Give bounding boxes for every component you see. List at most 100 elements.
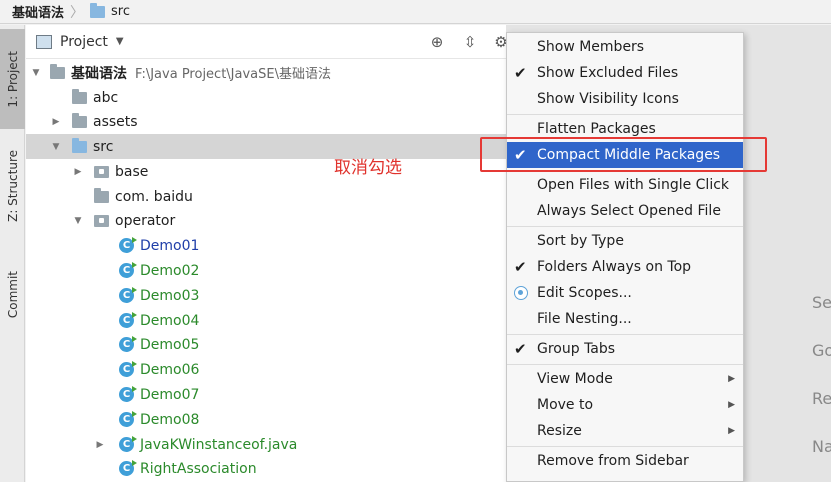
menu-item-resize[interactable]: Resize ▶ bbox=[507, 418, 743, 444]
menu-item-label: View Mode bbox=[537, 371, 613, 387]
options-menu: Show Members ✔ Show Excluded Files Show … bbox=[506, 32, 744, 482]
tree-item-label: com. baidu bbox=[115, 188, 193, 205]
tree-item-label: Demo03 bbox=[140, 287, 200, 304]
expand-arrow-icon[interactable]: ▶ bbox=[94, 440, 106, 450]
tree-row[interactable]: C Demo04 bbox=[26, 308, 506, 333]
collapse-all-icon[interactable]: ⇳ bbox=[461, 33, 479, 51]
menu-item-show-excluded-files[interactable]: ✔ Show Excluded Files bbox=[507, 60, 743, 86]
menu-item-file-nesting[interactable]: File Nesting... bbox=[507, 306, 743, 332]
menu-item-label: Folders Always on Top bbox=[537, 259, 692, 275]
class-icon: C bbox=[119, 411, 137, 427]
tree-row[interactable]: com. baidu bbox=[26, 184, 506, 209]
tab-structure[interactable]: Z: Structure bbox=[0, 137, 25, 235]
menu-item-view-mode[interactable]: View Mode ▶ bbox=[507, 366, 743, 392]
class-icon: C bbox=[119, 460, 137, 476]
expand-arrow-icon[interactable]: ▼ bbox=[72, 216, 84, 226]
menu-item-label: Group Tabs bbox=[537, 341, 616, 357]
menu-item-move-to[interactable]: Move to ▶ bbox=[507, 392, 743, 418]
package-icon bbox=[94, 165, 109, 178]
breadcrumb-src[interactable]: src bbox=[111, 4, 130, 19]
tree-row[interactable]: ▶ base bbox=[26, 159, 506, 184]
tree-item-label: Demo04 bbox=[140, 312, 200, 329]
menu-item-label: Remove from Sidebar bbox=[537, 453, 689, 469]
menu-item-label: Sort by Type bbox=[537, 233, 624, 249]
tree-row-selected[interactable]: ▼ src bbox=[26, 134, 506, 159]
editor-hint: Re bbox=[812, 389, 831, 408]
chevron-down-icon[interactable]: ▼ bbox=[116, 36, 124, 47]
tree-row[interactable]: C Demo06 bbox=[26, 357, 506, 382]
class-icon: C bbox=[119, 336, 137, 352]
tree-row-root[interactable]: ▼ 基础语法 F:\Java Project\JavaSE\基础语法 bbox=[26, 60, 506, 85]
menu-item-open-files-single-click[interactable]: Open Files with Single Click bbox=[507, 172, 743, 198]
tree-row[interactable]: C Demo05 bbox=[26, 332, 506, 357]
breadcrumb-separator: 〉 bbox=[70, 4, 85, 21]
tree-row[interactable]: C RightAssociation bbox=[26, 456, 506, 481]
tree-item-label: abc bbox=[93, 89, 119, 106]
menu-separator bbox=[507, 226, 743, 227]
tab-structure-label: Z: Structure bbox=[5, 150, 20, 222]
expand-arrow-icon[interactable]: ▶ bbox=[72, 167, 84, 177]
project-icon bbox=[36, 34, 52, 49]
expand-arrow-icon[interactable]: ▶ bbox=[50, 117, 62, 127]
tool-window-strip: 1: Project Z: Structure Commit bbox=[0, 25, 25, 482]
tree-row[interactable]: ▶ assets bbox=[26, 109, 506, 134]
tree-row[interactable]: ▼ operator bbox=[26, 208, 506, 233]
menu-item-show-members[interactable]: Show Members bbox=[507, 34, 743, 60]
menu-item-edit-scopes[interactable]: Edit Scopes... bbox=[507, 280, 743, 306]
tree-item-label: RightAssociation bbox=[140, 460, 257, 477]
menu-item-show-visibility-icons[interactable]: Show Visibility Icons bbox=[507, 86, 743, 112]
menu-item-label: Show Visibility Icons bbox=[537, 91, 679, 107]
menu-item-label: Show Excluded Files bbox=[537, 65, 679, 81]
menu-item-label: Flatten Packages bbox=[537, 121, 656, 137]
submenu-arrow-icon: ▶ bbox=[728, 426, 735, 436]
class-icon: C bbox=[119, 386, 137, 402]
expand-arrow-icon[interactable]: ▼ bbox=[30, 68, 42, 78]
tree-item-label: Demo06 bbox=[140, 361, 200, 378]
tab-project-label: 1: Project bbox=[5, 50, 20, 108]
project-view-title[interactable]: Project bbox=[60, 34, 108, 50]
breadcrumb-root[interactable]: 基础语法 bbox=[12, 2, 64, 21]
tree-row[interactable]: ▶ C JavaKWinstanceof.java bbox=[26, 432, 506, 457]
menu-item-always-select-opened-file[interactable]: Always Select Opened File bbox=[507, 198, 743, 224]
menu-item-remove-from-sidebar[interactable]: Remove from Sidebar bbox=[507, 448, 743, 474]
tree-row[interactable]: C Demo07 bbox=[26, 382, 506, 407]
tab-commit-label: Commit bbox=[5, 271, 20, 319]
menu-item-group-tabs[interactable]: ✔ Group Tabs bbox=[507, 336, 743, 362]
tree-item-label: JavaKWinstanceof.java bbox=[140, 436, 298, 453]
tree-row[interactable]: abc bbox=[26, 85, 506, 110]
tree-root-path: F:\Java Project\JavaSE\基础语法 bbox=[135, 67, 331, 82]
editor-hint: Na bbox=[812, 437, 831, 456]
tab-project[interactable]: 1: Project bbox=[0, 29, 25, 129]
checkmark-icon: ✔ bbox=[514, 340, 527, 358]
menu-separator bbox=[507, 364, 743, 365]
tree-item-label: Demo05 bbox=[140, 336, 200, 353]
tree-item-label: Demo08 bbox=[140, 411, 200, 428]
menu-item-label: Move to bbox=[537, 397, 594, 413]
expand-arrow-icon[interactable]: ▼ bbox=[50, 142, 62, 152]
annotation-text: 取消勾选 bbox=[334, 158, 402, 178]
source-folder-icon bbox=[72, 137, 87, 153]
tree-row[interactable]: C Demo02 bbox=[26, 258, 506, 283]
submenu-arrow-icon: ▶ bbox=[728, 400, 735, 410]
locate-icon[interactable]: ⊕ bbox=[428, 33, 446, 51]
submenu-arrow-icon: ▶ bbox=[728, 374, 735, 384]
tree-row[interactable]: C Demo01 bbox=[26, 233, 506, 258]
folder-icon bbox=[72, 112, 87, 128]
tree-row[interactable]: C Demo03 bbox=[26, 283, 506, 308]
menu-item-label: Resize bbox=[537, 423, 582, 439]
menu-item-sort-by-type[interactable]: Sort by Type bbox=[507, 228, 743, 254]
module-folder-icon bbox=[50, 63, 65, 79]
checkmark-icon: ✔ bbox=[514, 64, 527, 82]
folder-icon bbox=[72, 88, 87, 104]
menu-item-folders-always-on-top[interactable]: ✔ Folders Always on Top bbox=[507, 254, 743, 280]
radio-selected-icon bbox=[514, 286, 528, 300]
menu-item-label: Always Select Opened File bbox=[537, 203, 721, 219]
tab-commit[interactable]: Commit bbox=[0, 255, 25, 335]
checkmark-icon: ✔ bbox=[514, 258, 527, 276]
menu-item-label: Show Members bbox=[537, 39, 645, 55]
folder-icon bbox=[94, 187, 109, 203]
tree-row[interactable]: C Demo08 bbox=[26, 407, 506, 432]
class-icon: C bbox=[119, 436, 137, 452]
project-panel-header: Project ▼ ⊕ ⇳ ⚙ bbox=[26, 25, 508, 59]
menu-separator bbox=[507, 446, 743, 447]
